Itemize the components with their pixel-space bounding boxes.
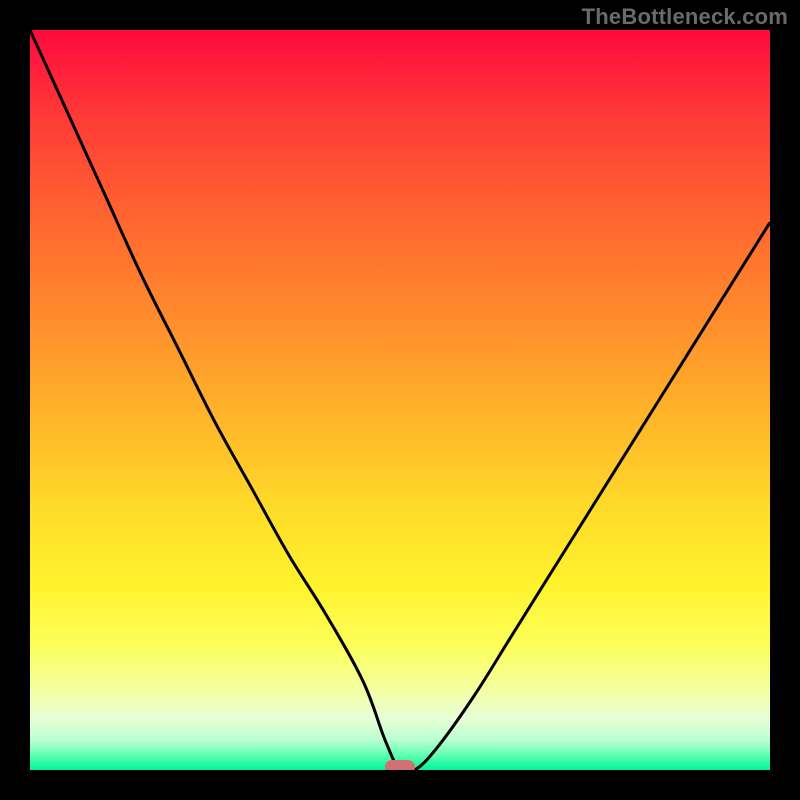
minimum-marker bbox=[385, 760, 415, 770]
curve-path bbox=[30, 30, 770, 770]
bottleneck-curve bbox=[30, 30, 770, 770]
watermark-text: TheBottleneck.com bbox=[582, 4, 788, 30]
plot-area bbox=[30, 30, 770, 770]
chart-frame: TheBottleneck.com bbox=[0, 0, 800, 800]
